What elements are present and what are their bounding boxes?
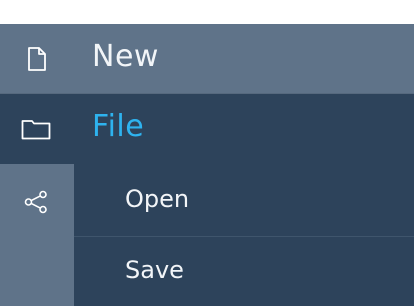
menu-item-new[interactable]: New [0,24,414,94]
share-icon[interactable] [18,184,54,220]
folder-icon [18,111,54,147]
submenu-divider [74,236,414,237]
submenu-item-save[interactable]: Save [125,256,184,284]
menu-item-file[interactable]: File [0,94,414,164]
sidebar-strip [0,164,74,306]
menu-item-label: New [92,39,159,74]
document-icon [19,41,55,77]
navigation-menu: New File Open Save [0,0,414,306]
file-submenu: Open Save [74,164,414,306]
submenu-item-open[interactable]: Open [125,185,189,213]
menu-item-label-active: File [92,109,145,144]
